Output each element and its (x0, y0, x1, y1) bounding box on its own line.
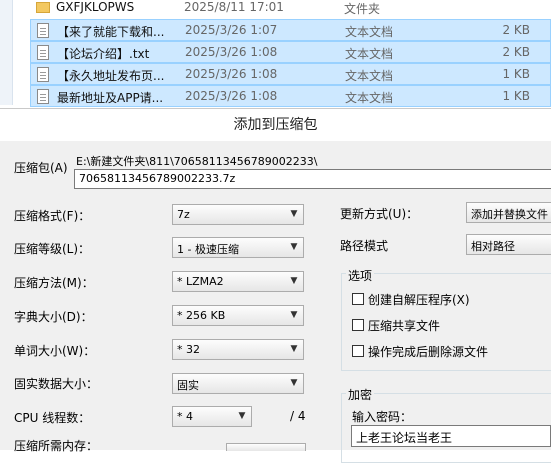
file-type: 文本文档 (345, 47, 394, 61)
chevron-down-icon: ▼ (290, 276, 298, 286)
file-name: 【来了就能下载和... (57, 25, 165, 39)
chevron-down-icon: ▼ (290, 378, 298, 388)
file-size: 1 KB (502, 67, 530, 81)
threads-select[interactable]: * 4 ▼ (172, 406, 252, 427)
text-file-icon (37, 45, 49, 60)
update-label: 更新方式(U)： (340, 207, 419, 221)
file-name: GXFJKLOPWS (56, 0, 135, 14)
file-type: 文件夹 (344, 2, 381, 16)
file-name: 最新地址及APP请... (57, 91, 164, 105)
text-file-icon (37, 67, 49, 82)
file-size: 2 KB (502, 45, 530, 59)
sfx-checkbox-label[interactable]: 创建自解压程序(X) (368, 291, 470, 308)
format-value: 7z (177, 208, 190, 221)
file-size: 2 KB (502, 23, 530, 37)
level-select[interactable]: 1 - 极速压缩 ▼ (172, 237, 304, 258)
update-value: 添加并替换文件 (471, 208, 548, 221)
level-label: 压缩等级(L)： (14, 242, 91, 256)
add-to-archive-dialog: 添加到压缩包 压缩包(A) E:\新建文件夹\811\7065811345678… (0, 108, 551, 463)
sfx-checkbox[interactable] (352, 293, 364, 305)
archive-name-input[interactable]: 70658113456789002233.7z (74, 169, 551, 189)
dict-label: 字典大小(D)： (14, 310, 93, 324)
memory-value-box (226, 443, 306, 451)
file-date: 2025/3/26 1:08 (185, 67, 278, 81)
navigation-pane-edge (0, 0, 13, 105)
archive-label: 压缩包(A) (14, 161, 68, 175)
method-select[interactable]: * LZMA2 ▼ (172, 271, 304, 292)
file-type: 文本文档 (345, 69, 394, 83)
chevron-down-icon: ▼ (238, 411, 246, 421)
file-name: 【论坛介绍】.txt (57, 47, 150, 61)
options-title: 选项 (346, 267, 375, 284)
chevron-down-icon: ▼ (290, 344, 298, 354)
delete-after-checkbox-label[interactable]: 操作完成后删除源文件 (368, 343, 488, 360)
solid-select[interactable]: 固实 ▼ (172, 373, 304, 394)
text-file-icon (37, 23, 49, 38)
format-select[interactable]: 7z ▼ (172, 204, 304, 225)
password-input[interactable]: 上老王论坛当老王 (351, 425, 551, 447)
file-date: 2025/8/11 17:01 (184, 0, 284, 14)
chevron-down-icon: ▼ (290, 242, 298, 252)
solid-value: 固实 (177, 379, 199, 392)
file-date: 2025/3/26 1:08 (185, 89, 278, 103)
pathmode-value: 相对路径 (471, 240, 515, 253)
word-label: 单词大小(W)： (14, 344, 96, 358)
dialog-body: 压缩包(A) E:\新建文件夹\811\70658113456789002233… (0, 141, 551, 463)
password-label: 输入密码： (352, 410, 413, 424)
file-name: 【永久地址发布页... (57, 69, 165, 83)
threads-total: / 4 (290, 409, 306, 423)
shared-files-checkbox-label[interactable]: 压缩共享文件 (368, 317, 440, 334)
encryption-title: 加密 (346, 386, 375, 403)
file-row[interactable]: 【来了就能下载和... 2025/3/26 1:07 文本文档 2 KB (30, 19, 551, 41)
file-type: 文本文档 (345, 25, 394, 39)
solid-label: 固实数据大小： (14, 377, 99, 391)
threads-label: CPU 线程数： (14, 411, 91, 425)
pathmode-label: 路径模式 (340, 239, 389, 253)
folder-icon (36, 2, 50, 13)
memory-label: 压缩所需内存： (14, 439, 99, 453)
dict-select[interactable]: * 256 KB ▼ (172, 305, 304, 326)
threads-value: * 4 (177, 410, 193, 423)
text-file-icon (37, 89, 49, 104)
method-label: 压缩方法(M)： (14, 276, 94, 290)
update-select[interactable]: 添加并替换文件 (466, 202, 551, 223)
file-row[interactable]: 【论坛介绍】.txt 2025/3/26 1:08 文本文档 2 KB (30, 41, 551, 63)
pathmode-select[interactable]: 相对路径 (466, 234, 551, 255)
word-value: * 32 (177, 343, 200, 356)
level-value: 1 - 极速压缩 (177, 243, 239, 256)
chevron-down-icon: ▼ (290, 310, 298, 320)
file-date: 2025/3/26 1:08 (185, 45, 278, 59)
file-row[interactable]: 最新地址及APP请... 2025/3/26 1:08 文本文档 1 KB (30, 85, 551, 107)
file-row[interactable]: 【永久地址发布页... 2025/3/26 1:08 文本文档 1 KB (30, 63, 551, 85)
shared-files-checkbox[interactable] (352, 319, 364, 331)
archive-path: E:\新建文件夹\811\70658113456789002233\ (76, 155, 318, 168)
file-row-folder[interactable]: GXFJKLOPWS 2025/8/11 17:01 文件夹 (30, 0, 551, 19)
method-value: * LZMA2 (177, 275, 224, 288)
file-date: 2025/3/26 1:07 (185, 23, 278, 37)
dialog-title: 添加到压缩包 (0, 109, 551, 141)
word-select[interactable]: * 32 ▼ (172, 339, 304, 360)
delete-after-checkbox[interactable] (352, 345, 364, 357)
dict-value: * 256 KB (177, 309, 226, 322)
chevron-down-icon: ▼ (290, 209, 298, 219)
file-list: GXFJKLOPWS 2025/8/11 17:01 文件夹 【来了就能下载和.… (0, 0, 551, 107)
file-size: 1 KB (502, 89, 530, 103)
format-label: 压缩格式(F)： (14, 209, 91, 223)
file-type: 文本文档 (345, 91, 394, 105)
